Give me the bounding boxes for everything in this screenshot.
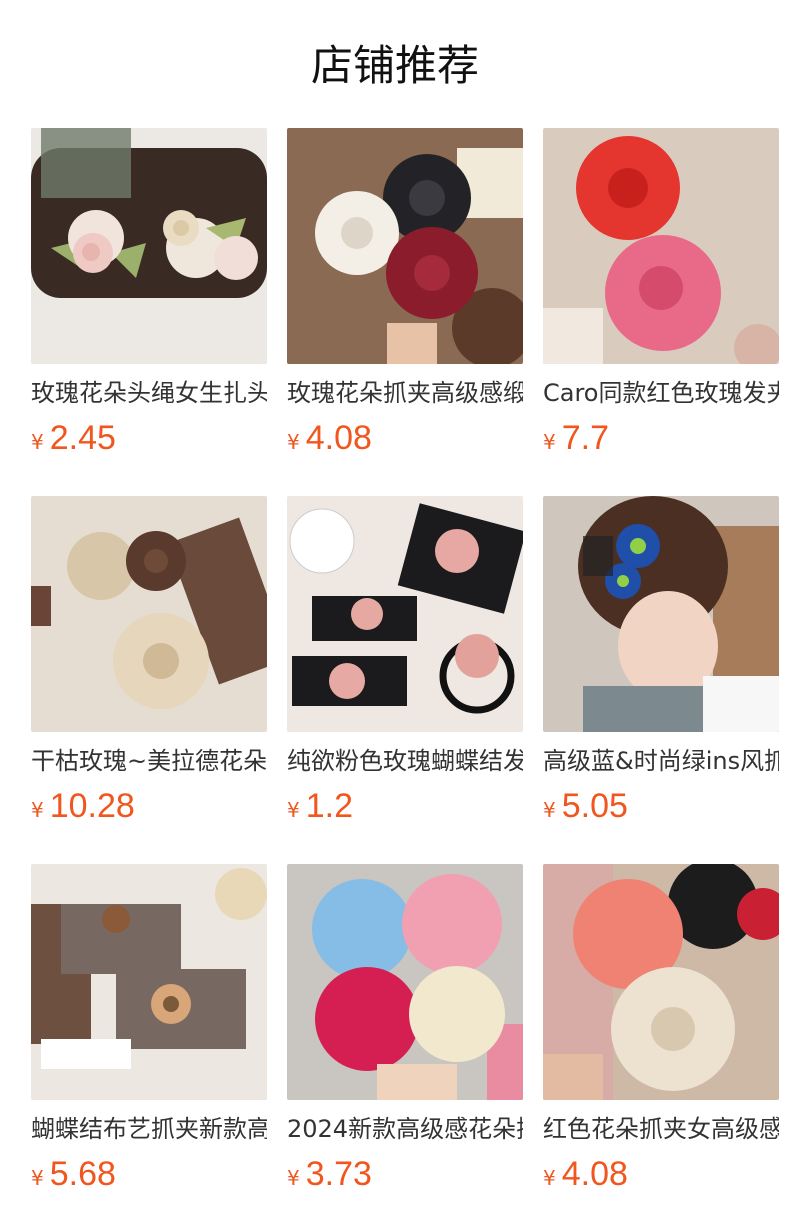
product-name[interactable]: Caro同款红色玫瑰发夹 — [543, 378, 779, 408]
price-value: 4.08 — [305, 419, 372, 457]
price-value: 5.05 — [561, 787, 628, 825]
product-price: ¥4.08 — [287, 418, 523, 458]
product-card[interactable]: 红色花朵抓夹女高级感 ¥4.08 — [543, 864, 779, 1194]
currency-symbol: ¥ — [543, 798, 556, 822]
price-value: 4.08 — [561, 1155, 628, 1193]
price-value: 3.73 — [305, 1155, 372, 1193]
product-name[interactable]: 干枯玫瑰~美拉德花朵抓夹 — [31, 746, 267, 776]
product-image[interactable] — [31, 496, 267, 732]
product-price: ¥5.68 — [31, 1154, 267, 1194]
product-image[interactable] — [287, 496, 523, 732]
currency-symbol: ¥ — [287, 1166, 300, 1190]
product-image[interactable] — [287, 864, 523, 1100]
currency-symbol: ¥ — [287, 430, 300, 454]
product-card[interactable]: 纯欲粉色玫瑰蝴蝶结发夹 ¥1.2 — [287, 496, 523, 826]
product-card[interactable]: 2024新款高级感花朵抓夹 ¥3.73 — [287, 864, 523, 1194]
store-recommendations-page: 店铺推荐 玫瑰花朵头绳女生扎头发 ¥2.45 — [0, 0, 790, 1232]
price-value: 10.28 — [49, 787, 135, 825]
price-value: 5.68 — [49, 1155, 116, 1193]
product-name[interactable]: 玫瑰花朵头绳女生扎头发 — [31, 378, 267, 408]
product-image[interactable] — [543, 128, 779, 364]
currency-symbol: ¥ — [31, 430, 44, 454]
price-value: 2.45 — [49, 419, 116, 457]
product-card[interactable]: 蝴蝶结布艺抓夹新款高级 ¥5.68 — [31, 864, 267, 1194]
product-name[interactable]: 红色花朵抓夹女高级感 — [543, 1114, 779, 1144]
product-price: ¥7.7 — [543, 418, 779, 458]
product-price: ¥1.2 — [287, 786, 523, 826]
product-image[interactable] — [543, 864, 779, 1100]
product-card[interactable]: 高级蓝&时尚绿ins风抓夹 ¥5.05 — [543, 496, 779, 826]
product-image[interactable] — [31, 864, 267, 1100]
currency-symbol: ¥ — [31, 1166, 44, 1190]
product-price: ¥10.28 — [31, 786, 267, 826]
page-title: 店铺推荐 — [310, 41, 479, 90]
price-value: 1.2 — [305, 787, 353, 825]
product-card[interactable]: 玫瑰花朵头绳女生扎头发 ¥2.45 — [31, 128, 267, 458]
product-name[interactable]: 纯欲粉色玫瑰蝴蝶结发夹 — [287, 746, 523, 776]
product-image[interactable] — [287, 128, 523, 364]
product-name[interactable]: 高级蓝&时尚绿ins风抓夹 — [543, 746, 779, 776]
product-card[interactable]: 玫瑰花朵抓夹高级感缎面 ¥4.08 — [287, 128, 523, 458]
product-image[interactable] — [543, 496, 779, 732]
product-price: ¥2.45 — [31, 418, 267, 458]
product-price: ¥5.05 — [543, 786, 779, 826]
product-price: ¥3.73 — [287, 1154, 523, 1194]
product-name[interactable]: 蝴蝶结布艺抓夹新款高级 — [31, 1114, 267, 1144]
currency-symbol: ¥ — [287, 798, 300, 822]
price-value: 7.7 — [561, 419, 609, 457]
currency-symbol: ¥ — [31, 798, 44, 822]
currency-symbol: ¥ — [543, 430, 556, 454]
product-card[interactable]: 干枯玫瑰~美拉德花朵抓夹 ¥10.28 — [31, 496, 267, 826]
product-image[interactable] — [31, 128, 267, 364]
product-price: ¥4.08 — [543, 1154, 779, 1194]
product-card[interactable]: Caro同款红色玫瑰发夹 ¥7.7 — [543, 128, 779, 458]
product-name[interactable]: 玫瑰花朵抓夹高级感缎面 — [287, 378, 523, 408]
currency-symbol: ¥ — [543, 1166, 556, 1190]
product-name[interactable]: 2024新款高级感花朵抓夹 — [287, 1114, 523, 1144]
